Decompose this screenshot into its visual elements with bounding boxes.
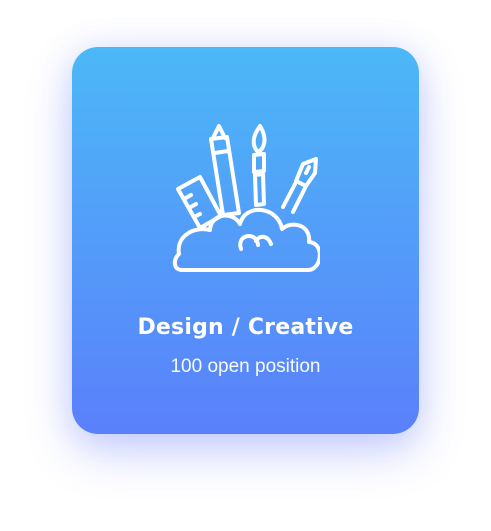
- card-title: Design / Creative: [137, 315, 354, 340]
- category-card-design-creative[interactable]: Design / Creative 100 open position: [72, 47, 419, 434]
- design-tools-cloud-icon: [170, 123, 320, 273]
- card-subtitle: 100 open position: [170, 356, 321, 377]
